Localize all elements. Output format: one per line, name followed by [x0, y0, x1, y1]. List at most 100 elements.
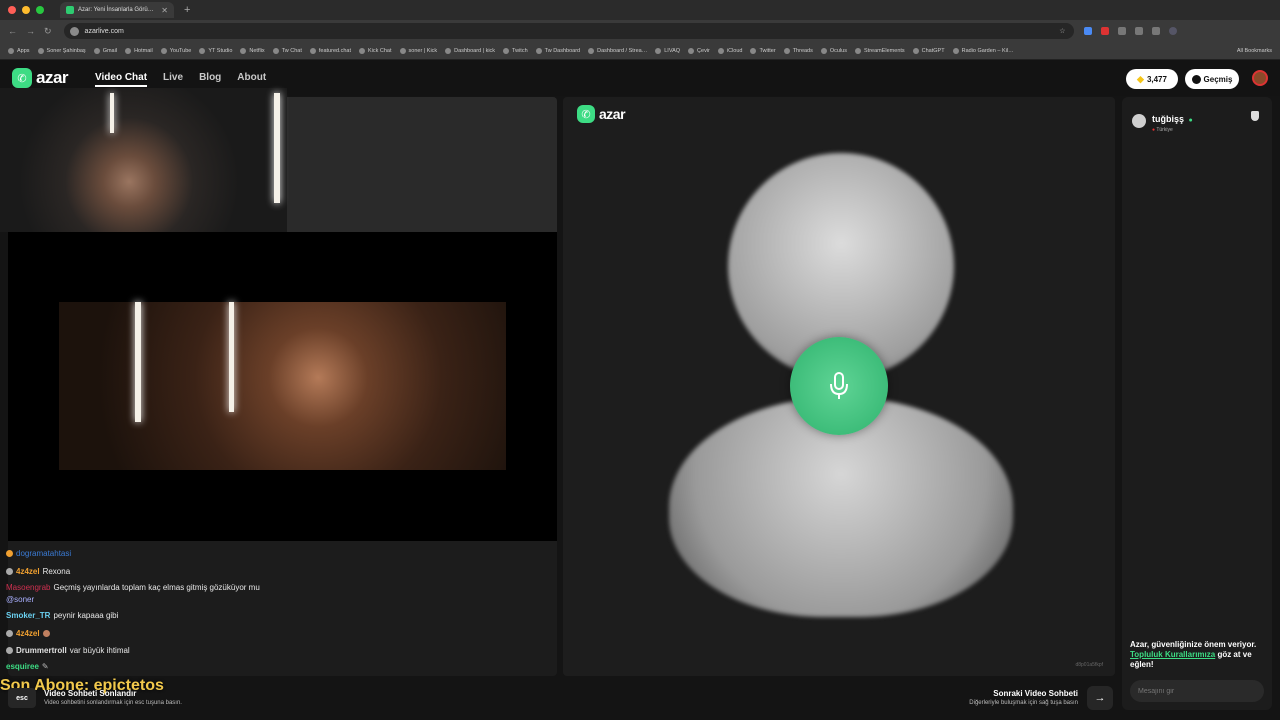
- badge-icon: [6, 568, 13, 575]
- minimize-window-button[interactable]: [22, 6, 30, 14]
- nav-about[interactable]: About: [237, 72, 266, 87]
- bookmark-label: Apps: [17, 47, 30, 54]
- emote-icon: ✎: [41, 662, 49, 671]
- azar-logo-icon: ✆: [12, 68, 32, 88]
- next-chat-button[interactable]: →: [1087, 686, 1113, 710]
- bookmark-favicon-icon: [272, 47, 279, 54]
- bookmark-item[interactable]: YouTube: [160, 47, 192, 54]
- bookmark-label: YouTube: [169, 47, 192, 54]
- nav-blog[interactable]: Blog: [199, 72, 221, 87]
- bookmark-item[interactable]: soner | Kick: [399, 47, 437, 54]
- bookmark-label: Dashboard / Strea…: [597, 47, 648, 54]
- badge-icon: [6, 647, 13, 654]
- bookmark-item[interactable]: featured.chat: [309, 47, 351, 54]
- chat-message: 4z4zel: [6, 629, 50, 638]
- bookmark-label: StreamElements: [864, 47, 905, 54]
- extension-icon[interactable]: [1083, 27, 1092, 35]
- bookmark-item[interactable]: Oculus: [820, 47, 847, 54]
- close-tab-icon[interactable]: ✕: [161, 6, 168, 15]
- extension-icon[interactable]: [1100, 27, 1109, 35]
- bookmark-label: LIVAQ: [664, 47, 681, 54]
- maximize-window-button[interactable]: [36, 6, 44, 14]
- azar-favicon-icon: [66, 6, 74, 14]
- bookmark-item[interactable]: iCloud: [717, 47, 743, 54]
- bookmark-item[interactable]: Tw Dashboard: [535, 47, 580, 54]
- extensions-puzzle-icon[interactable]: [1151, 27, 1160, 35]
- bookmark-favicon-icon: [240, 47, 247, 54]
- address-bar-row: ← → ↻ azarlive.com ☆: [0, 20, 1280, 42]
- bookmark-item[interactable]: Çevir: [688, 47, 710, 54]
- chat-text: Rexona: [42, 567, 71, 576]
- clip-video[interactable]: [59, 302, 506, 470]
- light-tube: [110, 93, 114, 133]
- all-bookmarks-button[interactable]: All Bookmarks: [1237, 48, 1272, 54]
- bookmark-label: Twitter: [759, 47, 776, 54]
- esc-key-button[interactable]: esc: [8, 688, 36, 708]
- bookmark-favicon-icon: [655, 47, 662, 54]
- bookmark-item[interactable]: Netflix: [240, 47, 265, 54]
- video-watermark-logo: ✆ azar: [577, 105, 626, 123]
- history-icon: [1191, 74, 1201, 84]
- azar-logo[interactable]: ✆ azar: [12, 68, 69, 88]
- community-guidelines-link[interactable]: Topluluk Kurallarımıza: [1130, 650, 1215, 659]
- bookmark-favicon-icon: [309, 47, 316, 54]
- next-chat-description: Diğerleriyle buluşmak için sağ tuşa bası…: [969, 700, 1078, 706]
- bookmark-item[interactable]: StreamElements: [855, 47, 905, 54]
- bookmark-item[interactable]: Twitch: [503, 47, 528, 54]
- bookmark-label: iCloud: [726, 47, 743, 54]
- bookmark-item[interactable]: Tw Chat: [272, 47, 302, 54]
- nav-live[interactable]: Live: [163, 72, 183, 87]
- history-button[interactable]: Geçmiş: [1185, 69, 1239, 89]
- safety-notice: Azar, güvenliğinize önem veriyor. Toplul…: [1130, 640, 1266, 670]
- bookmark-item[interactable]: Radio Garden – Kil…: [952, 47, 1014, 54]
- microphone-icon: [790, 337, 888, 435]
- bookmark-item[interactable]: YT Studio: [199, 47, 232, 54]
- bookmark-item[interactable]: Dashboard | kick: [445, 47, 495, 54]
- user-avatar[interactable]: [1252, 70, 1268, 86]
- url-bar[interactable]: azarlive.com ☆: [63, 23, 1074, 39]
- bookmark-star-icon[interactable]: ☆: [1059, 27, 1065, 35]
- bookmarks-bar: Apps Soner Şahinbaş Gmail Hotmail YouTube YT …: [0, 42, 1280, 60]
- report-shield-icon[interactable]: [1251, 111, 1259, 121]
- bookmark-label: Netflix: [249, 47, 265, 54]
- extension-icon[interactable]: [1134, 27, 1143, 35]
- close-window-button[interactable]: [8, 6, 16, 14]
- bookmark-item[interactable]: Apps: [8, 47, 30, 54]
- bookmark-item[interactable]: Gmail: [93, 47, 117, 54]
- new-tab-button[interactable]: +: [184, 4, 190, 16]
- bookmark-favicon-icon: [717, 47, 724, 54]
- bookmark-label: Oculus: [829, 47, 847, 54]
- bookmark-favicon-icon: [125, 47, 132, 54]
- browser-tab[interactable]: Azar: Yeni İnsanlarla Görü… ✕: [60, 2, 174, 18]
- bookmark-favicon-icon: [8, 47, 14, 54]
- partner-info[interactable]: tuğbişş ● ● Türkiye: [1132, 109, 1193, 133]
- badge-icon: [6, 550, 13, 557]
- forward-icon[interactable]: →: [26, 26, 35, 37]
- bookmark-item[interactable]: Threads: [783, 47, 813, 54]
- stream-chat: dogramatahtasi 4z4zel Rexona Masoengrab …: [6, 546, 554, 676]
- bookmark-favicon-icon: [358, 47, 365, 54]
- gem-balance-button[interactable]: ◆ 3,477: [1126, 69, 1178, 89]
- bookmark-label: Kick Chat: [367, 47, 392, 54]
- back-icon[interactable]: ←: [8, 26, 17, 37]
- reload-icon[interactable]: ↻: [44, 26, 52, 37]
- chat-username: 4z4zel: [16, 567, 40, 576]
- nav-video-chat[interactable]: Video Chat: [95, 72, 148, 87]
- bookmark-item[interactable]: Hotmail: [125, 47, 153, 54]
- bookmark-item[interactable]: Dashboard / Strea…: [588, 47, 648, 54]
- chat-mention: @soner: [6, 595, 35, 604]
- bookmark-favicon-icon: [93, 47, 100, 54]
- bookmark-item[interactable]: Twitter: [750, 47, 776, 54]
- bookmark-item[interactable]: ChatGPT: [912, 47, 945, 54]
- bookmark-item[interactable]: Soner Şahinbaş: [37, 47, 86, 54]
- bookmark-favicon-icon: [855, 47, 861, 54]
- bookmark-item[interactable]: Kick Chat: [358, 47, 392, 54]
- site-info-icon[interactable]: [69, 26, 79, 36]
- extension-icon[interactable]: [1117, 27, 1126, 35]
- bookmark-favicon-icon: [503, 47, 510, 54]
- light-tube: [135, 302, 141, 422]
- profile-icon[interactable]: [1168, 27, 1177, 35]
- message-input[interactable]: [1130, 680, 1264, 702]
- bookmark-item[interactable]: LIVAQ: [655, 47, 681, 54]
- session-id-text: d8p01a5fkpf: [1075, 662, 1103, 668]
